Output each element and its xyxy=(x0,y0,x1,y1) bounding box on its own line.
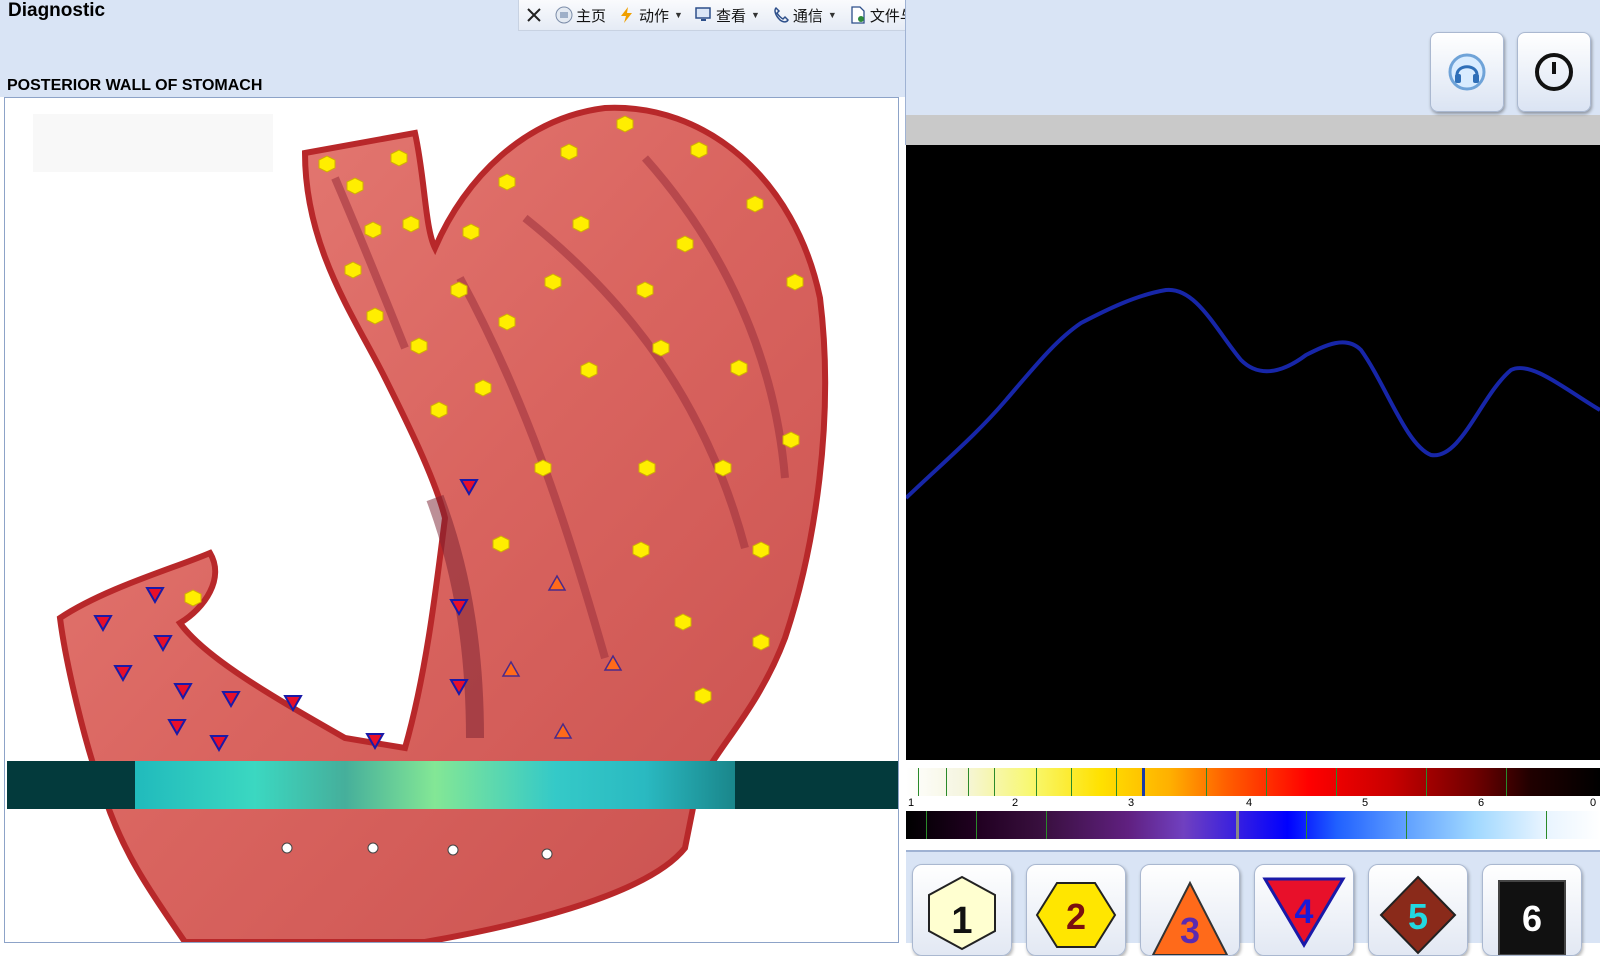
toolbar-action-button[interactable]: 动作 ▼ xyxy=(612,0,689,30)
hexagon-marker[interactable] xyxy=(616,115,634,133)
lightning-icon xyxy=(621,7,633,23)
toolbar-comm-label: 通信 xyxy=(792,7,823,25)
symbol-label: 3 xyxy=(1180,910,1200,951)
organ-image-panel xyxy=(4,97,899,943)
scale-label: 2 xyxy=(1012,797,1019,809)
app-title: Diagnostic xyxy=(8,0,106,21)
hexagon-marker[interactable] xyxy=(752,633,770,651)
symbol-label: 2 xyxy=(1066,896,1086,937)
hexagon-marker[interactable] xyxy=(430,401,448,419)
hexagon-marker[interactable] xyxy=(752,541,770,559)
hexagon-marker[interactable] xyxy=(674,613,692,631)
waveform-panel xyxy=(904,145,1600,760)
waveform-plot xyxy=(904,287,1600,500)
symbol-label: 5 xyxy=(1408,896,1428,937)
hexagon-marker[interactable] xyxy=(498,173,516,191)
hexagon-marker[interactable] xyxy=(638,459,656,477)
scale-label: 6 xyxy=(1478,797,1485,809)
phone-icon xyxy=(774,6,789,23)
stomach-illustration xyxy=(56,104,829,942)
hexagon-marker[interactable] xyxy=(632,541,650,559)
toolbar-comm-button[interactable]: 通信 ▼ xyxy=(766,0,843,30)
toolbar-view-label: 查看 xyxy=(715,7,746,25)
hexagon-marker[interactable] xyxy=(390,149,408,167)
symbol-button-4[interactable]: 4 xyxy=(1254,864,1354,956)
hexagon-marker[interactable] xyxy=(676,235,694,253)
hexagon-marker[interactable] xyxy=(498,313,516,331)
hexagon-marker[interactable] xyxy=(544,273,562,291)
hexagon-marker[interactable] xyxy=(782,431,800,449)
dot-marker[interactable] xyxy=(541,848,553,860)
spectrum-scale: 1 2 3 4 5 6 0 xyxy=(906,797,1600,810)
scan-band xyxy=(7,761,898,809)
hexagon-marker[interactable] xyxy=(786,273,804,291)
hexagon-marker[interactable] xyxy=(714,459,732,477)
symbol-label: 4 xyxy=(1295,893,1314,931)
hexagon-marker[interactable] xyxy=(346,177,364,195)
toolbar-close-button[interactable] xyxy=(519,0,549,30)
chevron-down-icon: ▼ xyxy=(674,10,683,20)
hexagon-marker[interactable] xyxy=(410,337,428,355)
audio-button[interactable] xyxy=(1430,32,1504,112)
hexagon-marker[interactable] xyxy=(344,261,362,279)
dot-marker[interactable] xyxy=(281,842,293,854)
hexagon-marker[interactable] xyxy=(636,281,654,299)
symbol-button-3[interactable]: 3 xyxy=(1140,864,1240,956)
hexagon-marker[interactable] xyxy=(730,359,748,377)
toolbar-view-button[interactable]: 查看 ▼ xyxy=(689,0,766,30)
section-title: POSTERIOR WALL OF STOMACH xyxy=(7,77,263,94)
hexagon-marker[interactable] xyxy=(318,155,336,173)
hexagon-marker[interactable] xyxy=(366,307,384,325)
symbol-button-2[interactable]: 2 xyxy=(1026,864,1126,956)
dot-marker[interactable] xyxy=(447,844,459,856)
symbol-button-5[interactable]: 5 xyxy=(1368,864,1468,956)
dot-marker[interactable] xyxy=(367,842,379,854)
hexagon-marker[interactable] xyxy=(534,459,552,477)
scale-label: 4 xyxy=(1246,797,1253,809)
close-icon xyxy=(527,8,541,22)
symbol-legend-bar: 1 2 3 4 5 6 xyxy=(906,850,1600,956)
hexagon-marker[interactable] xyxy=(560,143,578,161)
hexagon-marker[interactable] xyxy=(652,339,670,357)
hexagon-marker[interactable] xyxy=(364,221,382,239)
waveform-line xyxy=(904,287,1600,500)
symbol-label: 1 xyxy=(951,900,972,942)
hexagon-marker[interactable] xyxy=(746,195,764,213)
spectrum-bar-warm xyxy=(906,768,1600,796)
symbol-button-6[interactable]: 6 xyxy=(1482,864,1582,956)
chevron-down-icon: ▼ xyxy=(750,10,760,20)
hexagon-marker[interactable] xyxy=(450,281,468,299)
symbol-label: 6 xyxy=(1522,898,1542,939)
power-button[interactable] xyxy=(1517,32,1591,112)
toolbar-home-label: 主页 xyxy=(576,7,607,25)
hexagon-marker[interactable] xyxy=(690,141,708,159)
chevron-down-icon: ▼ xyxy=(827,10,837,20)
file-icon xyxy=(851,6,865,24)
spectrum-bar-cool xyxy=(906,811,1600,839)
hexagon-marker[interactable] xyxy=(474,379,492,397)
home-icon xyxy=(555,6,573,24)
power-icon xyxy=(1535,53,1573,91)
scale-label: 0 xyxy=(1590,797,1597,809)
hexagon-marker[interactable] xyxy=(402,215,420,233)
hexagon-marker[interactable] xyxy=(184,589,202,607)
scale-label: 5 xyxy=(1362,797,1369,809)
hexagon-marker[interactable] xyxy=(580,361,598,379)
symbol-button-1[interactable]: 1 xyxy=(912,864,1012,956)
right-status-strip xyxy=(905,115,1600,145)
toolbar-home-button[interactable]: 主页 xyxy=(549,0,612,30)
headphones-icon xyxy=(1448,53,1486,91)
monitor-icon xyxy=(695,7,711,21)
hexagon-marker[interactable] xyxy=(462,223,480,241)
scale-label: 1 xyxy=(908,797,915,809)
color-spectrum: 1 2 3 4 5 6 0 xyxy=(906,764,1600,842)
toolbar-action-label: 动作 xyxy=(639,7,670,25)
scan-texture xyxy=(135,761,735,809)
hexagon-marker[interactable] xyxy=(694,687,712,705)
hexagon-marker[interactable] xyxy=(572,215,590,233)
hexagon-marker[interactable] xyxy=(492,535,510,553)
scale-label: 3 xyxy=(1128,797,1135,809)
